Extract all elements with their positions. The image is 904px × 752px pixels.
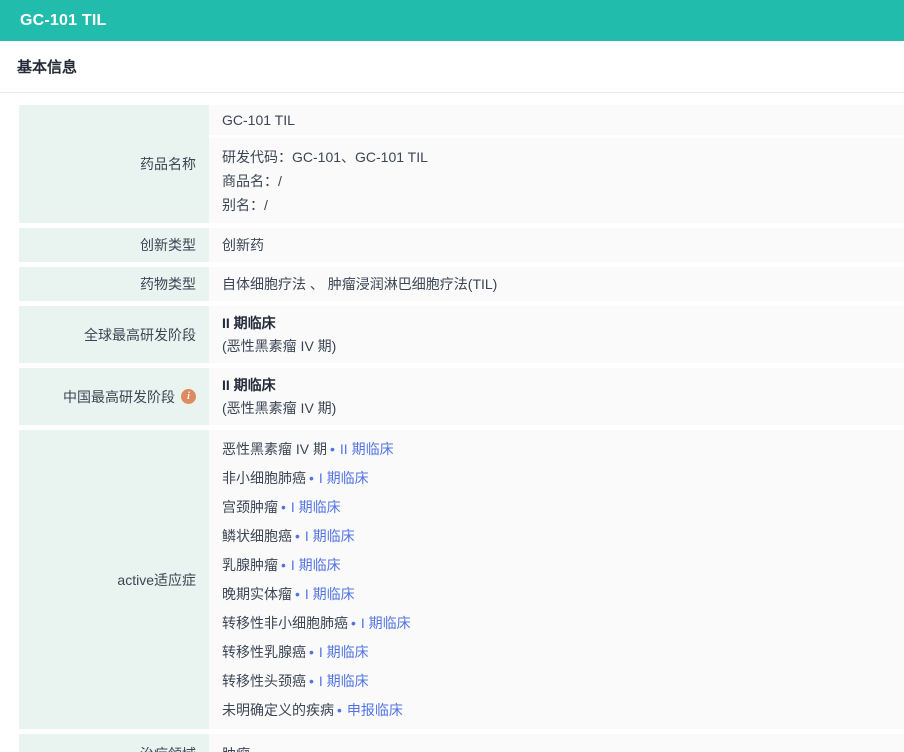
drug-alias: 别名：/ [222,193,904,217]
indication-disease: 转移性非小细胞肺癌 [222,615,348,631]
drug-name-details: 研发代码：GC-101、GC-101 TIL 商品名：/ 别名：/ [209,138,904,223]
indication-phase-link[interactable]: I 期临床 [305,586,355,602]
indication-disease: 转移性乳腺癌 [222,644,306,660]
table-row-therapeutic-area: 治疗领域 肿瘤 [19,734,904,752]
bullet-icon: • [281,499,286,515]
row-label-therapeutic-area: 治疗领域 [19,734,209,752]
table-row-drug-type: 药物类型 自体细胞疗法 、 肿瘤浸润淋巴细胞疗法(TIL) [19,267,904,301]
indication-item: 宫颈肿瘤• I 期临床 [222,493,904,522]
indication-phase-link[interactable]: I 期临床 [291,499,341,515]
indication-item: 晚期实体瘤• I 期临床 [222,580,904,609]
global-highest-phase-value: II 期临床 (恶性黑素瘤 IV 期) [209,306,904,363]
indication-disease: 鳞状细胞癌 [222,528,292,544]
bullet-icon: • [309,673,314,689]
global-phase: II 期临床 [222,312,904,335]
indication-phase-link[interactable]: I 期临床 [319,673,369,689]
bullet-icon: • [281,557,286,573]
indication-item: 转移性乳腺癌• I 期临床 [222,638,904,667]
indication-item: 鳞状细胞癌• I 期临床 [222,522,904,551]
indication-item: 恶性黑素瘤 IV 期• II 期临床 [222,435,904,464]
bullet-icon: • [309,644,314,660]
basic-info-table: 药品名称 GC-101 TIL 研发代码：GC-101、GC-101 TIL 商… [19,105,904,752]
row-label-active-indications: active适应症 [19,430,209,729]
indication-disease: 未明确定义的疾病 [222,702,334,718]
drug-dev-code: 研发代码：GC-101、GC-101 TIL [222,145,904,169]
indication-phase-link[interactable]: I 期临床 [305,528,355,544]
drug-detail-page: GC-101 TIL 基本信息 药品名称 GC-101 TIL 研发代码：GC-… [0,0,904,752]
indication-item: 乳腺肿瘤• I 期临床 [222,551,904,580]
indication-disease: 非小细胞肺癌 [222,470,306,486]
indication-disease: 恶性黑素瘤 IV 期 [222,441,327,457]
indication-item: 转移性头颈癌• I 期临床 [222,667,904,696]
indication-phase-link[interactable]: I 期临床 [291,557,341,573]
bullet-icon: • [295,528,300,544]
china-highest-phase-value: II 期临床 (恶性黑素瘤 IV 期) [209,368,904,425]
indication-phase-link[interactable]: I 期临床 [319,644,369,660]
row-label-innovation-type: 创新类型 [19,228,209,262]
row-label-china-highest-phase: 中国最高研发阶段 i [19,368,209,425]
china-highest-phase-label: 中国最高研发阶段 [63,387,175,407]
page-title: GC-101 TIL [20,12,106,30]
indication-disease: 乳腺肿瘤 [222,557,278,573]
indication-phase-link[interactable]: I 期临床 [319,470,369,486]
section-title: 基本信息 [17,59,77,76]
table-row-drug-name: 药品名称 GC-101 TIL 研发代码：GC-101、GC-101 TIL 商… [19,105,904,223]
row-label-drug-name: 药品名称 [19,105,209,223]
drug-trade-name: 商品名：/ [222,169,904,193]
indication-disease: 晚期实体瘤 [222,586,292,602]
active-indications-list: 恶性黑素瘤 IV 期•II 期临床 非小细胞肺癌•I 期临床 宫颈肿瘤•I 期临… [209,430,904,729]
bullet-icon: • [351,615,356,631]
row-label-global-highest-phase: 全球最高研发阶段 [19,306,209,363]
page-header-bar: GC-101 TIL [0,0,904,41]
indication-item: 非小细胞肺癌• I 期临床 [222,464,904,493]
indication-disease: 转移性头颈癌 [222,673,306,689]
bullet-icon: • [330,441,335,457]
bullet-icon: • [295,586,300,602]
bullet-icon: • [337,702,342,718]
china-phase: II 期临床 [222,374,904,397]
global-phase-note: (恶性黑素瘤 IV 期) [222,335,904,358]
indication-phase-link[interactable]: I 期临床 [361,615,411,631]
table-row-active-indications: active适应症 恶性黑素瘤 IV 期•II 期临床 非小细胞肺癌•I 期临床… [19,430,904,729]
drug-name-values: GC-101 TIL 研发代码：GC-101、GC-101 TIL 商品名：/ … [209,105,904,223]
innovation-type-value: 创新药 [209,228,904,262]
indication-disease: 宫颈肿瘤 [222,499,278,515]
row-label-drug-type: 药物类型 [19,267,209,301]
drug-primary-name: GC-101 TIL [209,105,904,135]
drug-type-value: 自体细胞疗法 、 肿瘤浸润淋巴细胞疗法(TIL) [209,267,904,301]
table-row-global-highest-phase: 全球最高研发阶段 II 期临床 (恶性黑素瘤 IV 期) [19,306,904,363]
info-icon[interactable]: i [181,389,196,404]
bullet-icon: • [309,470,314,486]
table-row-china-highest-phase: 中国最高研发阶段 i II 期临床 (恶性黑素瘤 IV 期) [19,368,904,425]
china-phase-note: (恶性黑素瘤 IV 期) [222,397,904,420]
indication-phase-link[interactable]: 申报临床 [347,702,403,718]
section-header: 基本信息 [0,41,904,93]
indication-phase-link[interactable]: II 期临床 [340,441,394,457]
table-row-innovation-type: 创新类型 创新药 [19,228,904,262]
therapeutic-area-value: 肿瘤 [209,734,904,752]
indication-item: 转移性非小细胞肺癌• I 期临床 [222,609,904,638]
indication-item: 未明确定义的疾病• 申报临床 [222,696,904,725]
